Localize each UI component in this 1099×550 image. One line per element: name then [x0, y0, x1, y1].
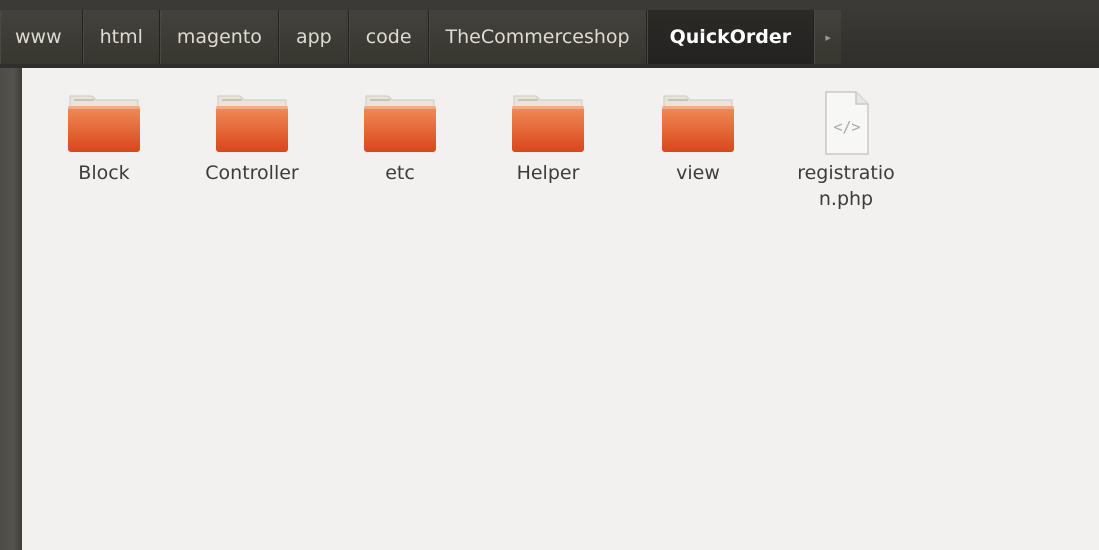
- folder-item-etc[interactable]: etc: [330, 90, 470, 186]
- folder-label: etc: [385, 162, 415, 184]
- breadcrumb-item-magento[interactable]: magento: [159, 10, 279, 64]
- file-grid: Block Controller etc Helper view </> reg…: [22, 68, 1099, 550]
- folder-label: Helper: [516, 162, 580, 184]
- breadcrumb: www html magento app code TheCommercesho…: [0, 0, 1099, 68]
- folder-item-block[interactable]: Block: [34, 90, 174, 186]
- breadcrumb-item-app[interactable]: app: [278, 10, 349, 64]
- window-left-edge: [0, 68, 22, 550]
- folder-item-controller[interactable]: Controller: [182, 90, 322, 186]
- file-manager-window: www html magento app code TheCommercesho…: [0, 0, 1099, 550]
- breadcrumb-item-www[interactable]: www: [0, 10, 83, 64]
- file-item-registration-php[interactable]: </> registratio n.php: [776, 90, 916, 212]
- file-label: registratio n.php: [797, 162, 895, 210]
- folder-icon: [214, 90, 290, 156]
- folder-label: Controller: [205, 162, 299, 184]
- breadcrumb-list: www html magento app code TheCommercesho…: [0, 10, 842, 64]
- php-file-icon: </>: [808, 90, 884, 156]
- chevron-right-icon: ▸: [825, 30, 831, 44]
- folder-icon: [660, 90, 736, 156]
- folder-label: view: [676, 162, 720, 184]
- folder-icon: [66, 90, 142, 156]
- folder-item-helper[interactable]: Helper: [478, 90, 618, 186]
- folder-icon: [510, 90, 586, 156]
- breadcrumb-item-thecommerceshop[interactable]: TheCommerceshop: [428, 10, 647, 64]
- breadcrumb-item-html[interactable]: html: [82, 10, 160, 64]
- breadcrumb-item-code[interactable]: code: [348, 10, 429, 64]
- folder-label: Block: [78, 162, 130, 184]
- breadcrumb-item-quickorder[interactable]: QuickOrder: [646, 10, 815, 64]
- breadcrumb-forward-button[interactable]: ▸: [814, 10, 842, 64]
- svg-text:</>: </>: [833, 118, 860, 136]
- folder-item-view[interactable]: view: [628, 90, 768, 186]
- folder-icon: [362, 90, 438, 156]
